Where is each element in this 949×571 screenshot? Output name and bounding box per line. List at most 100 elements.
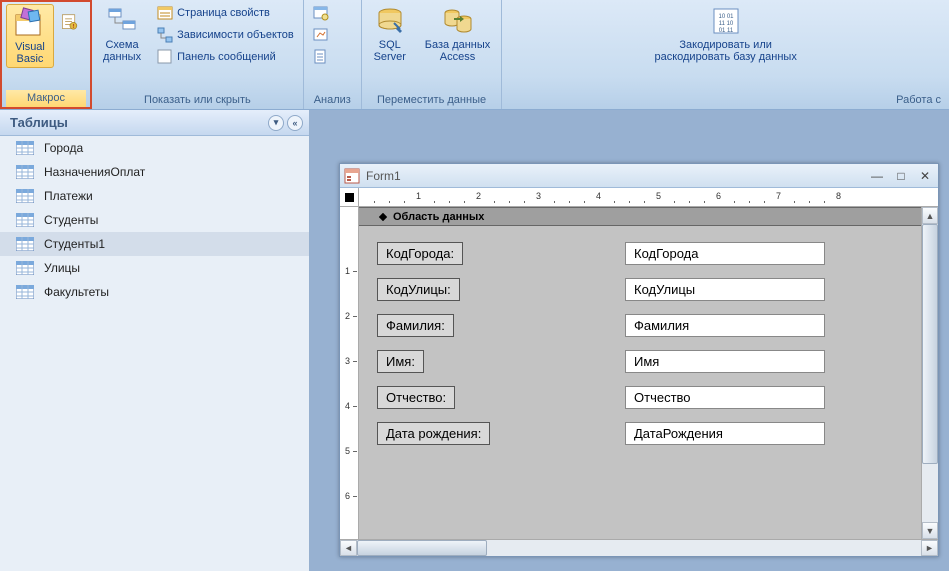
nav-header[interactable]: Таблицы ▾ «: [0, 110, 309, 136]
field-textbox[interactable]: КодУлицы: [625, 278, 825, 301]
ruler-number: 4: [596, 191, 601, 201]
nav-item-label: Факультеты: [44, 285, 109, 299]
message-bar-label: Панель сообщений: [177, 51, 276, 63]
ribbon-group-macros-label: Макрос: [6, 90, 86, 107]
ruler-number: 6: [345, 491, 350, 501]
relationships-button[interactable]: Схема данных: [96, 2, 148, 66]
field-label[interactable]: КодУлицы:: [377, 278, 460, 301]
ruler-row: 12345678: [340, 188, 938, 207]
access-db-icon: [442, 5, 474, 37]
macro-run-button[interactable]: !: [58, 4, 86, 44]
field-textbox[interactable]: Имя: [625, 350, 825, 373]
table-icon: [16, 165, 34, 179]
message-bar-button[interactable]: Панель сообщений: [152, 46, 299, 68]
ruler-number: 7: [776, 191, 781, 201]
nav-collapse-icon[interactable]: «: [287, 115, 303, 131]
field-label[interactable]: Фамилия:: [377, 314, 454, 337]
svg-text:01 11: 01 11: [718, 28, 733, 34]
table-icon: [16, 237, 34, 251]
form-title: Form1: [366, 169, 862, 183]
table-icon: [16, 285, 34, 299]
visual-basic-label: Visual Basic: [15, 41, 45, 65]
minimize-button[interactable]: —: [868, 168, 886, 184]
scroll-left-button[interactable]: ◄: [340, 540, 357, 556]
field-label[interactable]: КодГорода:: [377, 242, 463, 265]
nav-item-label: НазначенияОплат: [44, 165, 145, 179]
analyze-table-icon: [313, 5, 329, 21]
field-label[interactable]: Дата рождения:: [377, 422, 490, 445]
scroll-right-button[interactable]: ►: [921, 540, 938, 556]
sql-server-button[interactable]: SQL Server: [366, 2, 414, 66]
ruler-number: 5: [656, 191, 661, 201]
svg-text:!: !: [72, 24, 74, 30]
nav-item[interactable]: Студенты: [0, 208, 309, 232]
ruler-number: 1: [416, 191, 421, 201]
ruler-number: 4: [345, 401, 350, 411]
v-scroll-track[interactable]: [922, 224, 938, 522]
h-scroll-track[interactable]: [357, 540, 921, 556]
object-dependencies-button[interactable]: Зависимости объектов: [152, 24, 299, 46]
nav-header-title: Таблицы: [10, 115, 68, 130]
nav-item[interactable]: Платежи: [0, 184, 309, 208]
field-textbox[interactable]: КодГорода: [625, 242, 825, 265]
analyze-btn-2[interactable]: [308, 24, 334, 46]
field-label[interactable]: Имя:: [377, 350, 424, 373]
field-textbox[interactable]: ДатаРождения: [625, 422, 825, 445]
h-scroll-thumb[interactable]: [357, 540, 487, 556]
detail-section[interactable]: КодГорода: КодГорода КодУлицы: КодУлицы Фа…: [359, 226, 921, 470]
maximize-button[interactable]: □: [892, 168, 910, 184]
property-sheet-button[interactable]: Страница свойств: [152, 2, 299, 24]
ruler-number: 3: [536, 191, 541, 201]
form-titlebar[interactable]: Form1 — □ ✕: [340, 164, 938, 188]
table-icon: [16, 213, 34, 227]
nav-item-label: Студенты: [44, 213, 98, 227]
form-field-row: Имя: Имя: [377, 348, 903, 374]
sql-server-icon: [374, 5, 406, 37]
ribbon: Visual Basic ! Макрос: [0, 0, 949, 110]
horizontal-ruler[interactable]: 12345678: [359, 188, 938, 206]
nav-item-label: Студенты1: [44, 237, 105, 251]
form-field-row: Отчество: Отчество: [377, 384, 903, 410]
scroll-up-button[interactable]: ▲: [922, 207, 938, 224]
analyze-btn-3[interactable]: [308, 46, 334, 68]
relationships-label: Схема данных: [103, 39, 141, 63]
encode-db-label: Закодировать или раскодировать базу данн…: [654, 39, 796, 63]
ribbon-group-macros: Visual Basic ! Макрос: [0, 0, 92, 109]
svg-text:11 10: 11 10: [718, 21, 733, 27]
analyze-btn-1[interactable]: [308, 2, 334, 24]
main-area: Таблицы ▾ « Города НазначенияОплат Плате…: [0, 110, 949, 571]
analyze-doc-icon: [313, 49, 329, 65]
vertical-scrollbar[interactable]: ▲ ▼: [921, 207, 938, 539]
ruler-number: 3: [345, 356, 350, 366]
ruler-number: 2: [345, 311, 350, 321]
design-surface[interactable]: Область данных КодГорода: КодГорода КодУл…: [359, 207, 921, 539]
ruler-number: 2: [476, 191, 481, 201]
field-textbox[interactable]: Отчество: [625, 386, 825, 409]
nav-item[interactable]: Студенты1: [0, 232, 309, 256]
horizontal-scrollbar[interactable]: ◄ ►: [340, 539, 938, 556]
scroll-down-button[interactable]: ▼: [922, 522, 938, 539]
field-textbox[interactable]: Фамилия: [625, 314, 825, 337]
field-label[interactable]: Отчество:: [377, 386, 455, 409]
detail-section-header[interactable]: Область данных: [359, 207, 921, 226]
nav-item[interactable]: Города: [0, 136, 309, 160]
object-dependencies-label: Зависимости объектов: [177, 29, 294, 41]
ruler-number: 5: [345, 446, 350, 456]
access-db-button[interactable]: База данных Access: [418, 2, 498, 66]
encode-db-button[interactable]: 10 01 11 10 01 11 Закодировать или раско…: [647, 2, 803, 66]
v-scroll-thumb[interactable]: [922, 224, 938, 464]
encode-icon: 10 01 11 10 01 11: [710, 5, 742, 37]
nav-item[interactable]: Факультеты: [0, 280, 309, 304]
close-button[interactable]: ✕: [916, 168, 934, 184]
analyze-perf-icon: [313, 27, 329, 43]
form-selector[interactable]: [340, 188, 359, 206]
vertical-ruler[interactable]: 123456: [340, 207, 359, 539]
table-icon: [16, 141, 34, 155]
ribbon-group-analyze: Анализ: [304, 0, 362, 109]
form-field-row: Дата рождения: ДатаРождения: [377, 420, 903, 446]
nav-item[interactable]: НазначенияОплат: [0, 160, 309, 184]
visual-basic-button[interactable]: Visual Basic: [6, 4, 54, 68]
access-db-label: База данных Access: [425, 39, 491, 63]
nav-dropdown-icon[interactable]: ▾: [268, 115, 284, 131]
nav-item[interactable]: Улицы: [0, 256, 309, 280]
